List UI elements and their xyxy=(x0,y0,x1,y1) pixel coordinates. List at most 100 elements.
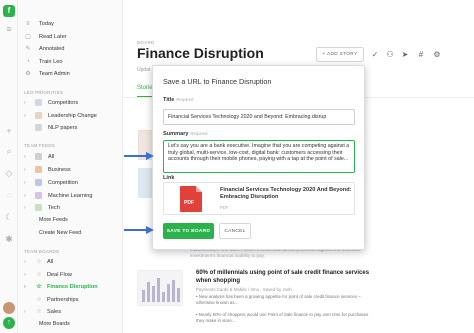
sidebar-item-label: Tech xyxy=(48,204,60,211)
story-bullet: • New analysis has been a growing appeti… xyxy=(196,294,361,305)
link-type: PDF xyxy=(220,205,229,210)
add-story-button[interactable]: + ADD STORY xyxy=(316,47,364,62)
link-preview-card[interactable]: PDF Financial Services Technology 2020 A… xyxy=(163,182,355,215)
sidebar-item-label: Business xyxy=(48,166,71,173)
sidebar-item-label: Today xyxy=(39,20,54,27)
story-thumbnail-chart[interactable] xyxy=(137,270,183,306)
team-boards-heading: TEAM BOARDS xyxy=(24,249,60,254)
sidebar-item-label: Finance Disruption xyxy=(47,283,98,290)
board-icon: ☆ xyxy=(36,297,42,303)
sidebar-item-label: NLP papers xyxy=(48,124,78,131)
sidebar-item-partnerships[interactable]: ☆ Partnerships xyxy=(24,294,78,305)
sidebar-item-business[interactable]: › Business xyxy=(24,164,71,175)
sidebar-item-train-leo[interactable]: ◔ Train Leo xyxy=(24,56,62,67)
sidebar-item-label: Leadership Change xyxy=(48,112,97,119)
annotation-arrow-summary xyxy=(124,152,154,160)
layers-icon[interactable]: ◇ xyxy=(4,168,14,178)
priority-icon xyxy=(35,99,42,106)
feed-icon xyxy=(35,204,42,211)
sidebar-item-label: Team Admin xyxy=(39,70,70,77)
board-icon: ☆ xyxy=(36,284,42,290)
feed-icon xyxy=(35,179,42,186)
priority-icon xyxy=(35,124,42,131)
sidebar-item-label: Partnerships xyxy=(47,296,79,303)
send-icon[interactable]: ➤ xyxy=(400,50,410,59)
sidebar-item-label: Deal Flow xyxy=(47,271,72,278)
sidebar-item-label: Machine Learning xyxy=(48,192,93,199)
leo-icon: ◔ xyxy=(26,58,30,65)
sidebar-item-label: All xyxy=(47,258,54,265)
priority-icon xyxy=(35,112,42,119)
avatar[interactable] xyxy=(3,302,15,314)
today-icon: ≡ xyxy=(26,20,30,27)
link-title: Financial Services Technology 2020 And B… xyxy=(220,187,352,200)
sidebar-item-annotated[interactable]: ✎ Annotated xyxy=(24,43,65,54)
sidebar-item-deal-flow[interactable]: › ☆ Deal Flow xyxy=(24,269,72,280)
story-title[interactable]: 60% of millennials using point of sale c… xyxy=(196,270,386,285)
sidebar-item-team-admin[interactable]: ⚙ Team Admin xyxy=(24,68,70,79)
slack-icon[interactable]: # xyxy=(416,50,426,59)
moon-icon[interactable]: ☾ xyxy=(4,212,14,222)
sidebar-item-nlp-papers[interactable]: NLP papers xyxy=(24,122,77,133)
pdf-file-icon: PDF xyxy=(180,186,202,212)
sidebar-item-sales[interactable]: › ☆ Sales xyxy=(24,306,61,317)
create-feed-link[interactable]: Create New Feed xyxy=(39,230,81,236)
board-icon: ☆ xyxy=(36,309,42,315)
leo-priorities-heading: LEO PRIORITIES xyxy=(24,90,64,95)
title-input[interactable]: Financial Services Technology 2020 and B… xyxy=(163,109,355,125)
sidebar-item-tech[interactable]: › Tech xyxy=(24,202,60,213)
board-icon: ☆ xyxy=(36,272,42,278)
bell-icon[interactable]: ◌ xyxy=(4,190,14,200)
sidebar-item-leadership-change[interactable]: › Leadership Change xyxy=(24,110,97,121)
pencil-icon: ✎ xyxy=(25,46,31,52)
sidebar-item-label: Annotated xyxy=(39,45,65,52)
title-label: Title Required xyxy=(163,97,194,103)
settings-icon[interactable]: ⚙ xyxy=(432,50,442,59)
sidebar-item-competition[interactable]: › Competition xyxy=(24,177,78,188)
sidebar-item-feed-all[interactable]: › All xyxy=(24,151,54,162)
sidebar-item-today[interactable]: ≡ Today xyxy=(24,18,54,29)
bookmark-icon: ▢ xyxy=(25,34,31,40)
feed-icon xyxy=(35,192,42,199)
link-label: Link xyxy=(163,175,175,181)
tab-stories[interactable]: Storie xyxy=(137,85,153,91)
required-hint: Required xyxy=(190,131,208,136)
search-icon[interactable]: ⌕ xyxy=(4,146,14,156)
annotation-arrow-save xyxy=(124,226,154,234)
sidebar-item-label: Read Later xyxy=(39,33,67,40)
required-hint: Required xyxy=(176,97,194,102)
feed-icon xyxy=(35,153,42,160)
summary-label: Summary Required xyxy=(163,131,208,137)
sidebar-item-machine-learning[interactable]: › Machine Learning xyxy=(24,190,92,201)
more-boards-link[interactable]: More Boards xyxy=(39,321,70,327)
add-icon[interactable]: + xyxy=(4,126,14,136)
story-bullet: • Nearly 60% of shoppers would use Point… xyxy=(196,312,369,323)
page-title: Finance Disruption xyxy=(137,45,264,61)
updated-label: Updat xyxy=(137,67,151,73)
team-feeds-heading: TEAM FEEDS xyxy=(24,143,56,148)
summary-textarea[interactable]: Let's say you are a bank executive. Imag… xyxy=(163,140,355,173)
sidebar-item-finance-disruption[interactable]: › ☆ Finance Disruption xyxy=(24,281,98,292)
board-icon: ☆ xyxy=(36,259,42,265)
sidebar-item-label: Competition xyxy=(48,179,78,186)
check-icon[interactable]: ✓ xyxy=(370,50,380,59)
save-url-dialog: Save a URL to Finance Disruption Title Re… xyxy=(152,65,365,250)
feed-icon xyxy=(35,166,42,173)
save-to-board-button[interactable]: SAVE TO BOARD xyxy=(163,223,214,239)
cancel-button[interactable]: CANCEL xyxy=(219,223,251,239)
sidebar-item-label: All xyxy=(48,153,55,160)
sidebar-item-label: Train Leo xyxy=(39,58,63,65)
settings-icon[interactable]: ✱ xyxy=(4,234,14,244)
story-meta: Payments Cards & Mobile / 3mo · Saved by… xyxy=(196,287,292,292)
more-feeds-link[interactable]: More Feeds xyxy=(39,217,68,223)
sidebar-item-label: Competitors xyxy=(48,99,79,106)
team-icon[interactable]: ⚇ xyxy=(385,50,395,59)
feedly-logo-icon[interactable]: f xyxy=(3,5,15,17)
sidebar: ≡ Today ▢ Read Later ✎ Annotated ◔ Train… xyxy=(18,0,123,333)
sidebar-item-competitors[interactable]: › Competitors xyxy=(24,97,78,108)
home-icon[interactable]: ≡ xyxy=(4,24,14,34)
sidebar-item-board-all[interactable]: › ☆ All xyxy=(24,256,53,267)
upgrade-icon[interactable]: ↑ xyxy=(3,317,15,329)
sidebar-item-read-later[interactable]: ▢ Read Later xyxy=(24,31,67,42)
icon-rail: f ≡ + ⌕ ◇ ◌ ☾ ✱ ↑ xyxy=(0,0,18,333)
